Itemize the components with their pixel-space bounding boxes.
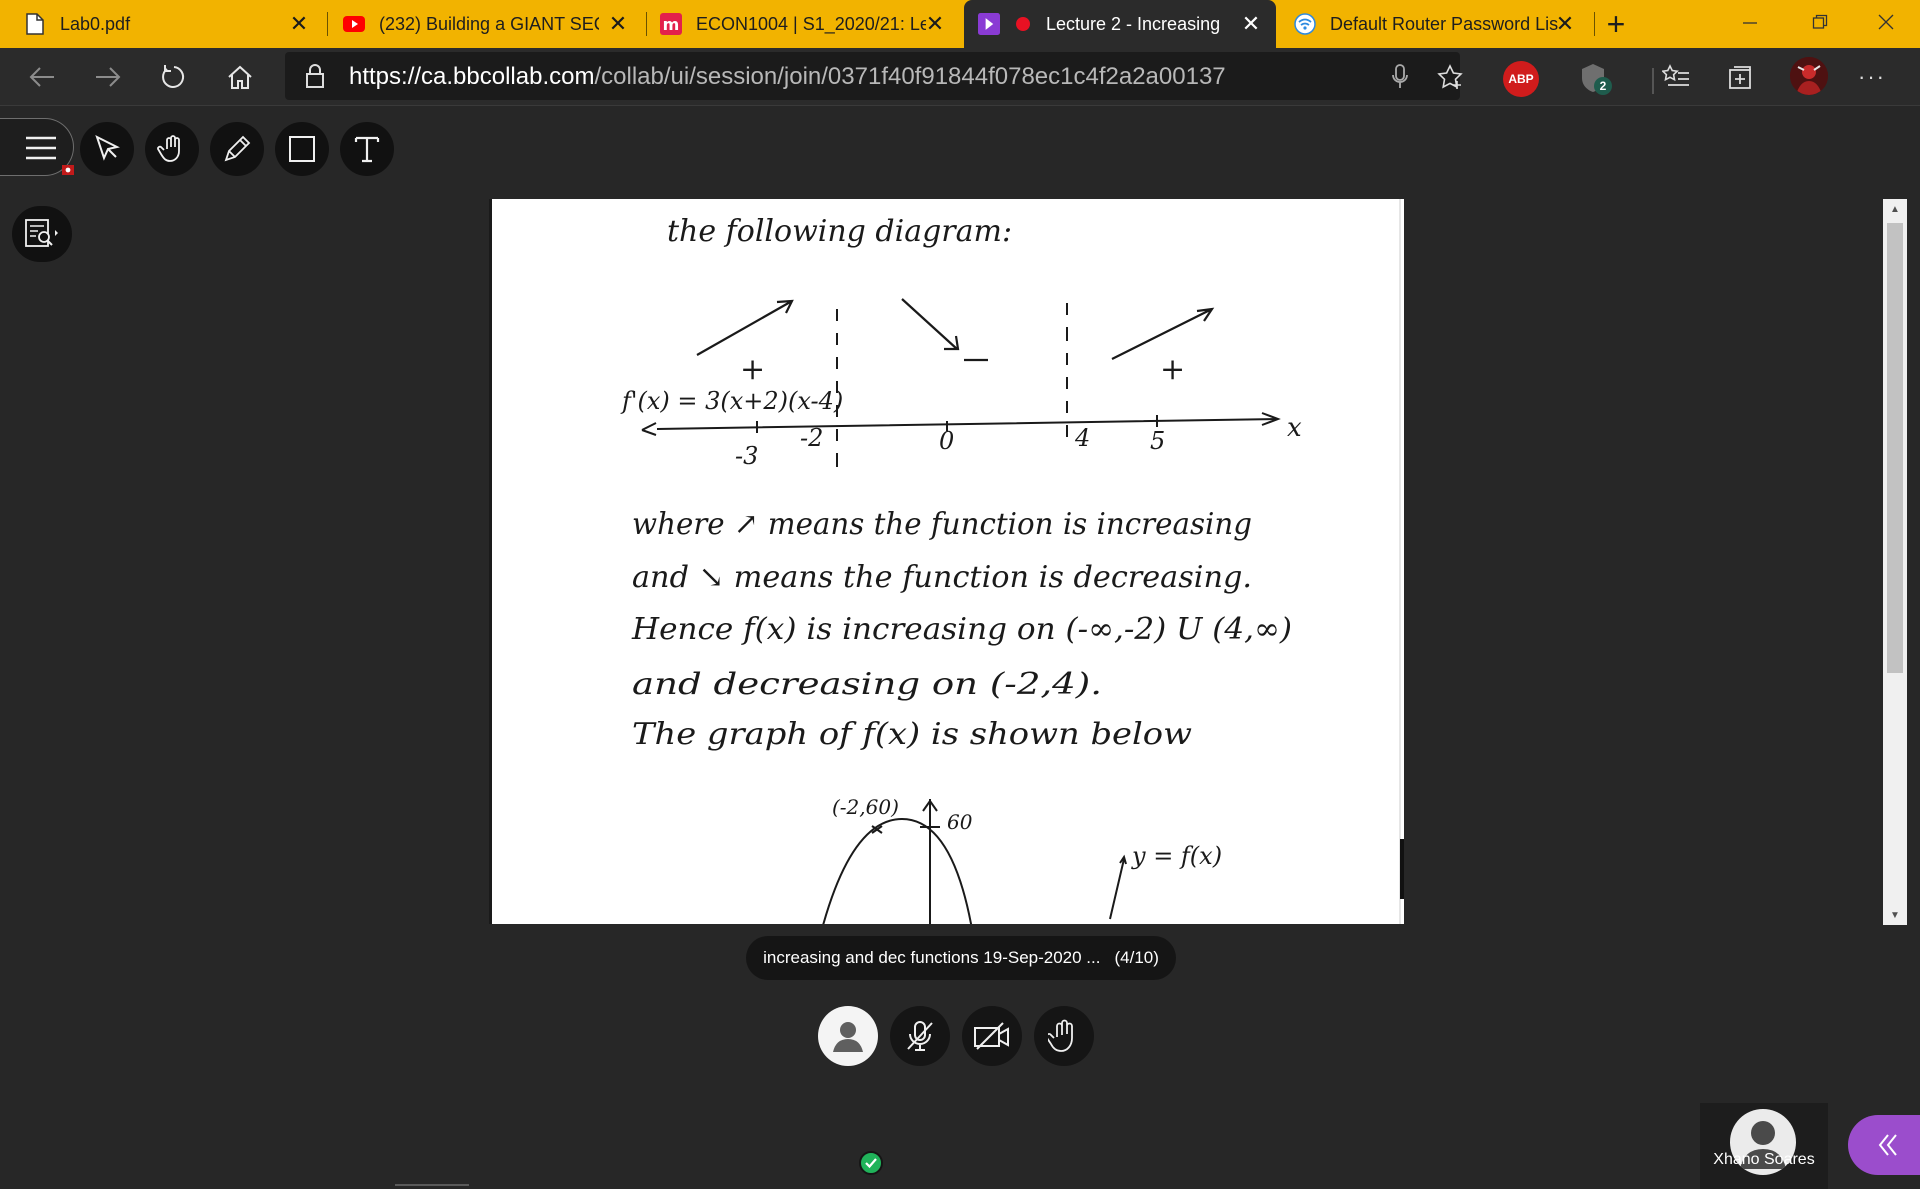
open-collaborate-panel-button[interactable] [1848,1115,1920,1175]
collaborate-session: the following diagram: + - + [0,106,1920,1189]
back-button[interactable] [22,57,62,97]
home-button[interactable] [220,57,260,97]
zoom-page-tool-button[interactable] [12,206,72,262]
tab-lecture-2[interactable]: Lecture 2 - Increasing ✕ [964,0,1276,48]
tick-label: 5 [1150,427,1165,455]
note-line-1: the following diagram: [667,214,1012,249]
close-icon[interactable]: ✕ [922,11,948,37]
tab-router-password[interactable]: Default Router Password Lis ✕ [1280,0,1590,48]
tick-label: 0 [939,427,954,455]
lock-icon [305,64,325,93]
select-tool-button[interactable] [80,122,134,176]
note-line-6: The graph of f(x) is shown below [632,717,1192,752]
favorite-star-icon[interactable] [1435,62,1465,92]
shared-document-page[interactable]: the following diagram: + - + [489,199,1404,924]
axis-label: x [1287,413,1302,443]
participant-name: Xhano Soares [1713,1151,1815,1168]
youtube-icon [343,13,365,35]
favorites-list-icon[interactable] [1656,57,1696,97]
participant-tile[interactable]: Xhano Soares [1700,1103,1828,1189]
tab-econ1004[interactable]: m ECON1004 | S1_2020/21: Le ✕ [660,0,960,48]
close-icon[interactable]: ✕ [1552,11,1578,37]
tab-divider [327,12,328,36]
pdf-file-icon [24,13,46,35]
note-line-2: where ↗ means the function is increasing [632,507,1252,542]
microphone-toggle-button[interactable] [890,1006,950,1066]
scroll-up-icon[interactable]: ▲ [1883,199,1907,219]
forward-button[interactable] [88,57,128,97]
moodle-icon: m [660,13,682,35]
extension-shield-icon[interactable]: 2 [1578,62,1614,98]
url-domain: https://ca.bbcollab.com [349,63,595,90]
graph-point-label: (-2,60) [832,795,899,819]
scroll-thumb[interactable] [1887,223,1903,673]
tab-lab0-pdf[interactable]: Lab0.pdf ✕ [24,0,324,48]
wifi-icon [1294,13,1316,35]
my-status-button[interactable] [818,1006,878,1066]
close-icon[interactable]: ✕ [605,11,631,37]
close-window-button[interactable] [1856,0,1916,44]
raise-hand-button[interactable] [1034,1006,1094,1066]
graph-curve-label: y = f(x) [1131,842,1222,870]
browser-tab-bar: Lab0.pdf ✕ (232) Building a GIANT SEC ✕ … [0,0,1920,48]
close-icon[interactable]: ✕ [1238,11,1264,37]
presence-check-icon [859,1151,883,1175]
camera-toggle-button[interactable] [962,1006,1022,1066]
extension-badge: 2 [1594,77,1612,95]
tab-title: Lab0.pdf [60,13,131,34]
tab-title: (232) Building a GIANT SEC [379,13,599,34]
adblock-label: ABP [1508,72,1534,86]
tick-label: -3 [735,442,758,470]
close-icon[interactable]: ✕ [286,11,312,37]
minimize-button[interactable] [1720,0,1780,44]
microphone-icon[interactable] [1385,62,1415,92]
document-scrollbar[interactable]: ▲ ▼ [1883,199,1907,925]
scroll-down-icon[interactable]: ▼ [1883,905,1907,925]
collaborate-icon [978,13,1000,35]
profile-avatar[interactable] [1790,57,1828,95]
refresh-button[interactable] [154,57,194,97]
derivative-formula: f'(x) = 3(x+2)(x-4) [620,387,843,415]
pan-tool-button[interactable] [145,122,199,176]
tab-title: Default Router Password Lis [1330,13,1559,34]
collections-icon[interactable] [1720,57,1760,97]
tab-title: ECON1004 | S1_2020/21: Le [696,13,926,34]
svg-text:m: m [663,15,680,34]
adblock-plus-icon[interactable]: ABP [1503,61,1539,97]
address-bar[interactable]: https://ca.bbcollab.com/collab/ui/sessio… [285,52,1463,100]
url-path: /collab/ui/session/join/0371f40f91844f07… [594,63,1226,90]
tab-divider [1594,12,1595,36]
sign-plus-left: + [740,352,765,387]
document-title: increasing and dec functions 19-Sep-2020… [763,948,1101,967]
browser-toolbar: https://ca.bbcollab.com/collab/ui/sessio… [0,48,1920,106]
recording-dot-icon [1016,17,1030,31]
handwritten-notes: the following diagram: + - + [492,199,1404,924]
document-page-indicator: (4/10) [1114,948,1159,967]
url-text: https://ca.bbcollab.com/collab/ui/sessio… [349,63,1226,91]
toolbar-divider [1652,68,1654,94]
shape-tool-button[interactable] [275,122,329,176]
taskbar-indicator [395,1184,469,1186]
tab-title: Lecture 2 - Increasing [1046,13,1221,34]
tick-label: 4 [1074,424,1090,452]
note-line-4: Hence f(x) is increasing on (-∞,-2) U (4… [631,612,1292,647]
tab-youtube[interactable]: (232) Building a GIANT SEC ✕ [343,0,643,48]
text-tool-button[interactable] [340,122,394,176]
pencil-tool-button[interactable] [210,122,264,176]
settings-more-icon[interactable]: ··· [1852,57,1892,97]
note-line-3: and ↘ means the function is decreasing. [632,560,1252,595]
note-line-5: and decreasing on (-2,4). [632,667,1102,702]
restore-button[interactable] [1790,0,1850,44]
session-menu-button[interactable] [0,118,74,176]
new-tab-button[interactable]: + [1596,4,1636,44]
tab-divider [646,12,647,36]
graph-tick-label: 60 [947,810,973,834]
sign-plus-right: + [1160,352,1185,387]
tick-label: -2 [800,424,823,452]
document-caption: increasing and dec functions 19-Sep-2020… [746,936,1176,980]
